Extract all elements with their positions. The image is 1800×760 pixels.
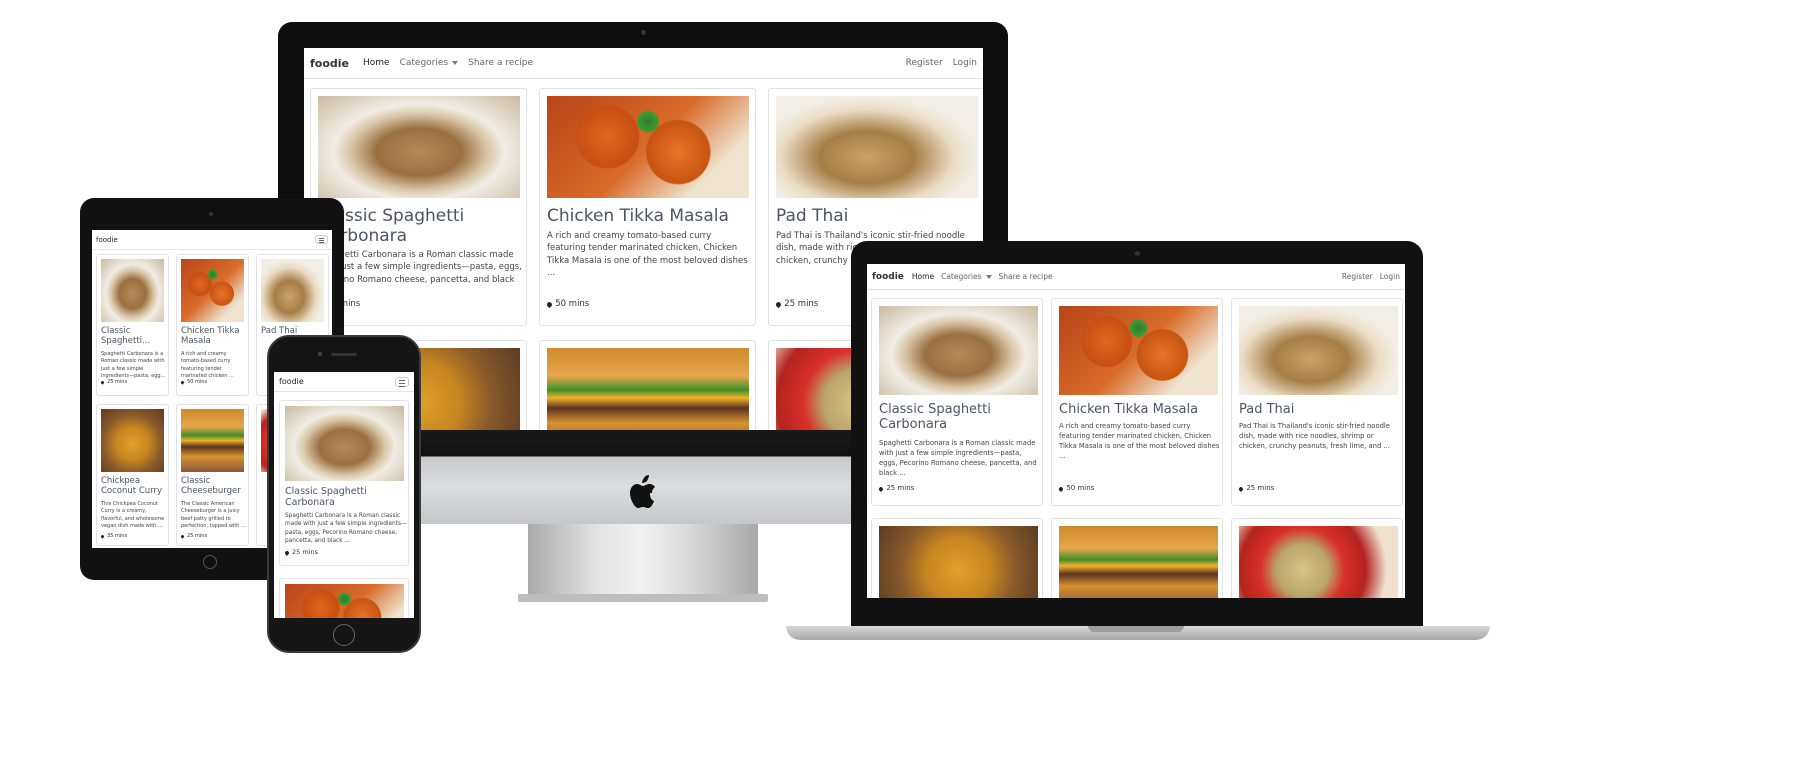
recipe-time: 50 mins: [1059, 484, 1094, 492]
recipe-card[interactable]: Pad Thai Pad Thai is Thailand's iconic s…: [1231, 298, 1403, 506]
phone-screen: foodie Classic Spaghetti Carbonara Spagh…: [274, 372, 414, 618]
recipe-time: 50 mins: [547, 299, 589, 309]
recipe-image[interactable]: [776, 96, 978, 198]
recipe-time: 25 mins: [101, 379, 127, 385]
imac-stand-foot: [518, 594, 768, 602]
laptop-camera: [1135, 251, 1140, 256]
phone-home-button[interactable]: [333, 624, 355, 646]
apple-logo-icon: [630, 475, 655, 508]
recipe-description: The Classic American Cheeseburger is a j…: [181, 501, 246, 529]
navbar: foodie: [274, 372, 414, 392]
recipe-card[interactable]: [1051, 518, 1223, 598]
nav-login-link[interactable]: Login: [1380, 272, 1400, 281]
recipe-description: Spaghetti Carbonara is a Roman classic m…: [285, 513, 407, 545]
recipe-title[interactable]: Chicken Tikka Masala: [181, 326, 247, 347]
nav-share-link[interactable]: Share a recipe: [468, 58, 533, 68]
nav-register-link[interactable]: Register: [906, 58, 943, 68]
recipe-description: Spaghetti Carbonara is a Roman classic m…: [879, 439, 1037, 477]
recipe-title[interactable]: Classic Spaghetti Carbonara: [318, 206, 518, 246]
phone-camera: [318, 352, 322, 356]
tablet-camera: [209, 212, 213, 216]
recipe-card[interactable]: Chicken Tikka Masala A rich and creamy t…: [176, 254, 249, 396]
recipe-card[interactable]: [1231, 518, 1403, 598]
recipe-time: 25 mins: [879, 484, 914, 492]
recipe-time: 25 mins: [285, 548, 318, 556]
imac-camera: [641, 30, 646, 35]
recipe-image[interactable]: [101, 259, 164, 322]
recipe-image[interactable]: [1239, 526, 1398, 598]
recipe-card[interactable]: Classic Cheeseburger The Classic America…: [176, 404, 249, 546]
recipe-image[interactable]: [101, 409, 164, 472]
brand-logo[interactable]: foodie: [872, 272, 904, 282]
recipe-card[interactable]: Chickpea Coconut Curry This Chickpea Coc…: [96, 404, 169, 546]
recipe-title[interactable]: Chicken Tikka Masala: [1059, 402, 1222, 418]
recipe-title[interactable]: Classic Cheeseburger: [181, 476, 247, 497]
recipe-card[interactable]: Classic Spaghetti Carbonara Spaghetti Ca…: [871, 298, 1043, 506]
recipe-image[interactable]: [1059, 526, 1218, 598]
nav-categories-dropdown[interactable]: Categories: [941, 272, 991, 281]
brand-logo[interactable]: foodie: [310, 57, 349, 70]
recipe-card[interactable]: [871, 518, 1043, 598]
recipe-card[interactable]: [539, 340, 756, 430]
recipe-card[interactable]: Classic Spaghetti Carbonara Spaghetti Ca…: [279, 400, 409, 566]
recipe-time: 35 mins: [101, 533, 127, 539]
laptop-notch: [1088, 626, 1184, 632]
recipe-image[interactable]: [181, 409, 244, 472]
recipe-image[interactable]: [1059, 306, 1218, 395]
navbar: foodie Home Categories Share a recipe Re…: [304, 48, 983, 79]
recipe-title[interactable]: Chickpea Coconut Curry: [101, 476, 167, 497]
recipe-image[interactable]: [547, 96, 749, 198]
phone-speaker: [331, 353, 357, 356]
recipe-title[interactable]: Chicken Tikka Masala: [547, 206, 751, 227]
navbar: foodie: [92, 230, 332, 250]
recipe-time: 25 mins: [181, 533, 207, 539]
recipe-time: 50 mins: [181, 379, 207, 385]
brand-logo[interactable]: foodie: [96, 236, 118, 244]
recipe-time: 25 mins: [1239, 484, 1274, 492]
recipe-card[interactable]: Chicken Tikka Masala A rich and creamy t…: [539, 88, 756, 326]
recipe-title[interactable]: Classic Spaghetti...: [101, 326, 167, 347]
recipe-title[interactable]: Pad Thai: [776, 206, 980, 227]
recipe-title[interactable]: Classic Spaghetti Carbonara: [879, 402, 1039, 433]
tablet-home-button[interactable]: [203, 555, 217, 569]
recipe-image[interactable]: [285, 406, 404, 481]
nav-login-link[interactable]: Login: [953, 58, 977, 68]
hamburger-menu-icon[interactable]: [315, 235, 328, 244]
recipe-card[interactable]: Classic Spaghetti... Spaghetti Carbonara…: [96, 254, 169, 396]
imac-stand: [528, 524, 758, 596]
recipe-description: A rich and creamy tomato-based curry fea…: [1059, 422, 1220, 460]
recipe-image[interactable]: [181, 259, 244, 322]
recipe-title[interactable]: Pad Thai: [1239, 402, 1402, 418]
recipe-image[interactable]: [285, 584, 404, 618]
recipe-description: Spaghetti Carbonara is a Roman classic m…: [101, 351, 166, 379]
recipe-description: A rich and creamy tomato-based curry fea…: [547, 231, 748, 278]
nav-home-link[interactable]: Home: [363, 58, 390, 68]
hamburger-menu-icon[interactable]: [395, 376, 409, 387]
brand-logo[interactable]: foodie: [279, 377, 304, 386]
recipe-image[interactable]: [547, 348, 749, 430]
recipe-image[interactable]: [879, 526, 1038, 598]
nav-categories-dropdown[interactable]: Categories: [400, 58, 459, 68]
recipe-card[interactable]: [279, 578, 409, 618]
nav-home-link[interactable]: Home: [912, 272, 934, 281]
recipe-title[interactable]: Classic Spaghetti Carbonara: [285, 486, 405, 509]
recipe-card[interactable]: Chicken Tikka Masala A rich and creamy t…: [1051, 298, 1223, 506]
recipe-image[interactable]: [318, 96, 520, 198]
navbar: foodie Home Categories Share a recipe Re…: [867, 264, 1405, 290]
recipe-image[interactable]: [879, 306, 1038, 395]
recipe-image[interactable]: [1239, 306, 1398, 395]
recipe-image[interactable]: [261, 259, 324, 322]
recipe-time: 25 mins: [776, 299, 818, 309]
recipe-description: Pad Thai is Thailand's iconic stir-fried…: [1239, 422, 1390, 450]
nav-register-link[interactable]: Register: [1342, 272, 1373, 281]
recipe-description: This Chickpea Coconut Curry is a creamy,…: [101, 501, 165, 529]
laptop-screen: foodie Home Categories Share a recipe Re…: [867, 264, 1405, 598]
recipe-description: A rich and creamy tomato-based curry fea…: [181, 351, 234, 379]
recipe-description: Spaghetti Carbonara is a Roman classic m…: [318, 250, 522, 297]
nav-share-link[interactable]: Share a recipe: [999, 272, 1053, 281]
